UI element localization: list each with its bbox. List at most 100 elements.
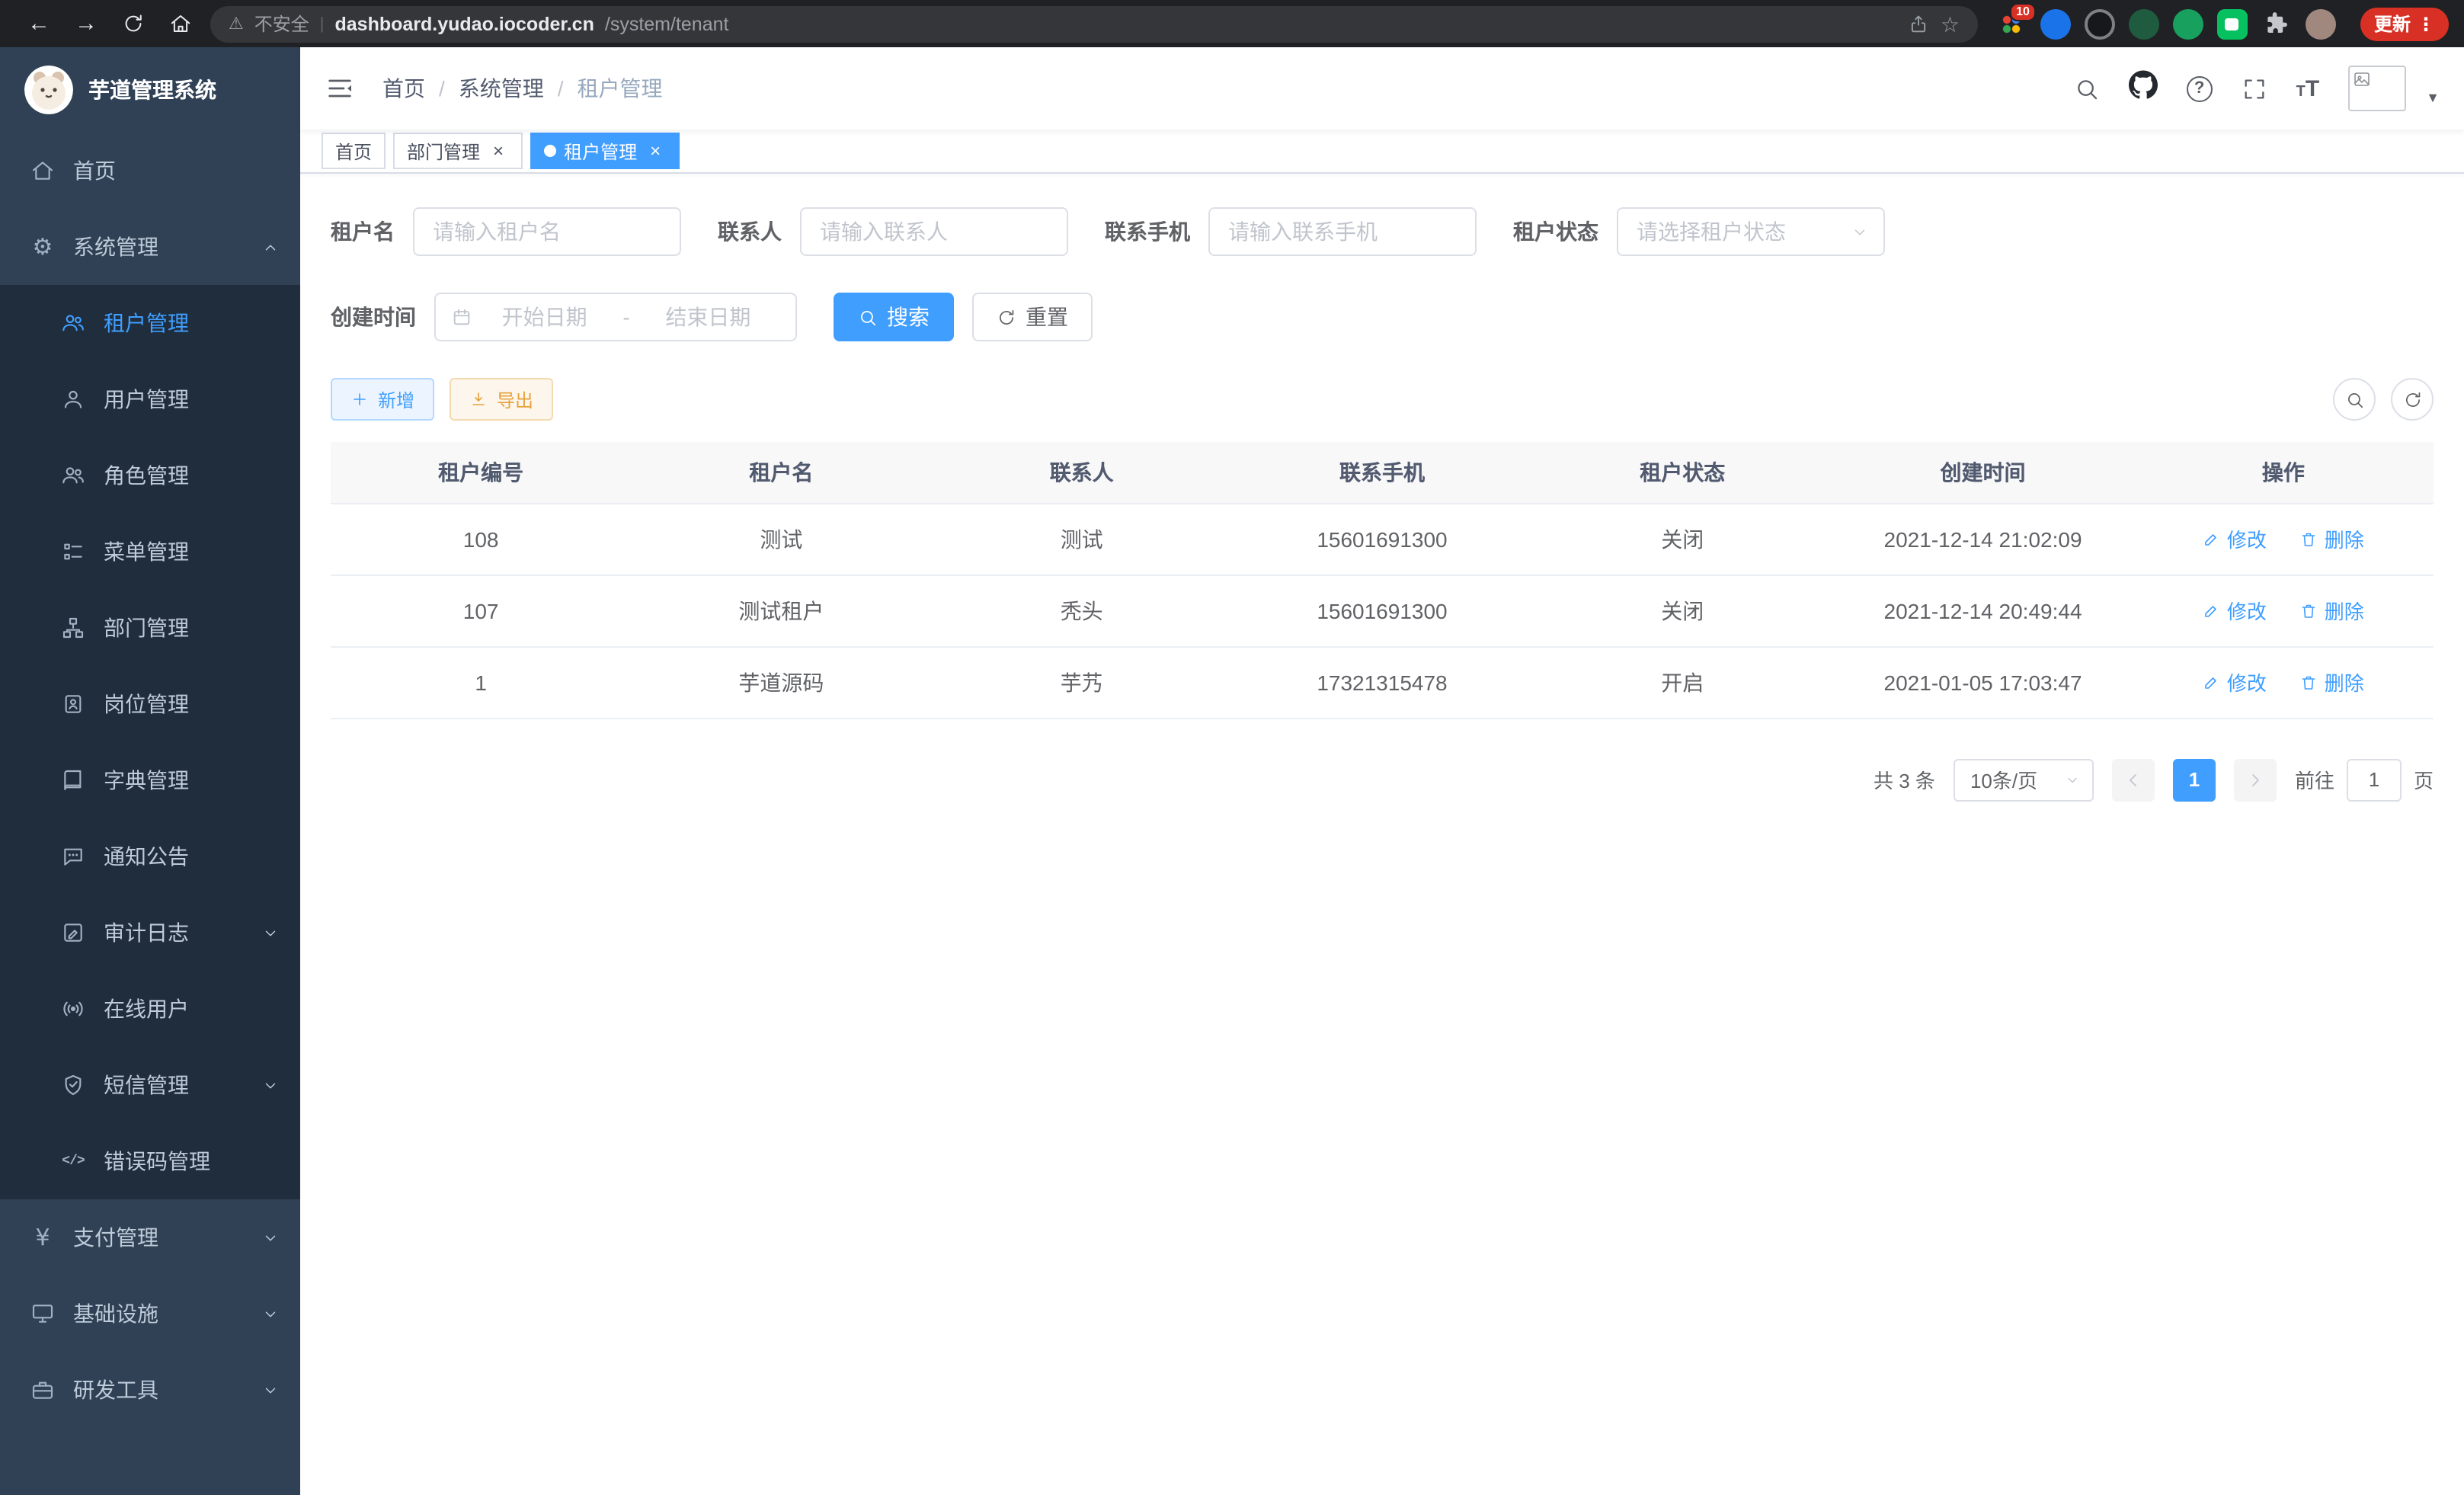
extension-icon-dark-ring[interactable] — [2085, 8, 2115, 39]
sidebar-toggle-icon[interactable] — [325, 73, 355, 104]
sidebar-item-dept[interactable]: 部门管理 — [0, 590, 300, 666]
goto-page: 前往 页 — [2295, 758, 2434, 801]
home-icon[interactable] — [169, 12, 192, 35]
sidebar-item-role[interactable]: 角色管理 — [0, 437, 300, 514]
cell-tenant-name: 芋道源码 — [631, 646, 931, 718]
date-range-picker[interactable]: 开始日期 - 结束日期 — [434, 293, 797, 341]
delete-link[interactable]: 删除 — [2300, 667, 2364, 696]
share-icon[interactable] — [1909, 13, 1930, 34]
current-page-button[interactable]: 1 — [2173, 758, 2216, 801]
sidebar-item-post[interactable]: 岗位管理 — [0, 666, 300, 742]
tab-tenant[interactable]: 租户管理 × — [530, 133, 680, 169]
browser-update-button[interactable]: 更新 ⋮ — [2360, 7, 2449, 40]
forward-icon[interactable]: → — [75, 12, 98, 35]
refresh-table-button[interactable] — [2391, 378, 2434, 421]
search-icon[interactable] — [2074, 75, 2100, 101]
close-icon[interactable]: × — [488, 140, 509, 162]
tenant-name-input[interactable] — [413, 207, 681, 256]
extension-icon-green[interactable] — [2173, 8, 2203, 39]
trash-icon — [2300, 673, 2318, 691]
avatar[interactable] — [2348, 66, 2406, 111]
cell-phone: 15601691300 — [1232, 503, 1532, 575]
app-logo-area[interactable]: 芋道管理系统 — [0, 47, 300, 133]
update-label: 更新 — [2374, 11, 2411, 37]
extension-icon-chat[interactable] — [2217, 8, 2248, 39]
phone-input[interactable] — [1208, 207, 1477, 256]
browser-extensions: 10 — [1990, 8, 2342, 39]
date-separator: - — [616, 305, 635, 329]
sidebar-item-audit-log[interactable]: 审计日志 — [0, 895, 300, 971]
close-icon[interactable]: × — [645, 140, 666, 162]
breadcrumb-item-home[interactable]: 首页 — [382, 73, 425, 104]
security-label[interactable]: 不安全 — [254, 11, 309, 37]
github-icon[interactable] — [2129, 70, 2158, 107]
trash-icon — [2300, 601, 2318, 619]
cell-tenant-name: 测试租户 — [631, 575, 931, 646]
pencil-icon — [2203, 601, 2221, 619]
chevron-down-icon — [262, 924, 279, 941]
next-page-button[interactable] — [2234, 758, 2277, 801]
sidebar-item-dev-tools[interactable]: 研发工具 — [0, 1352, 300, 1428]
filter-row-2: 创建时间 开始日期 - 结束日期 搜索 重置 — [331, 293, 2434, 341]
sidebar-item-dict[interactable]: 字典管理 — [0, 742, 300, 818]
delete-link[interactable]: 删除 — [2300, 524, 2364, 553]
sidebar-item-payment[interactable]: ¥ 支付管理 — [0, 1199, 300, 1276]
chevron-right-icon — [2246, 770, 2264, 789]
page-content: 租户名 联系人 联系手机 租户状态 请选择租户状态 — [300, 174, 2464, 1495]
edit-link[interactable]: 修改 — [2203, 667, 2267, 696]
trash-icon — [2300, 530, 2318, 548]
pagination: 共 3 条 10条/页 1 前往 页 — [331, 758, 2434, 801]
browser-profile-avatar[interactable] — [2306, 8, 2336, 39]
export-button[interactable]: 导出 — [450, 378, 553, 421]
start-date-placeholder[interactable]: 开始日期 — [472, 302, 616, 332]
sidebar-item-error-code[interactable]: </> 错误码管理 — [0, 1123, 300, 1199]
search-button[interactable]: 搜索 — [834, 293, 954, 341]
sidebar-item-tenant[interactable]: 租户管理 — [0, 285, 300, 361]
extensions-puzzle-icon[interactable] — [2261, 8, 2292, 39]
prev-page-button[interactable] — [2112, 758, 2155, 801]
add-button[interactable]: 新增 — [331, 378, 434, 421]
plus-icon — [350, 390, 369, 408]
edit-link[interactable]: 修改 — [2203, 596, 2267, 625]
cell-actions: 修改 删除 — [2133, 646, 2434, 718]
goto-page-input[interactable] — [2347, 758, 2402, 801]
comment-icon — [61, 844, 85, 869]
caret-down-icon[interactable]: ▼ — [2426, 91, 2440, 111]
cell-status: 关闭 — [1532, 575, 1832, 646]
reset-button[interactable]: 重置 — [972, 293, 1093, 341]
sidebar-item-sms[interactable]: 短信管理 — [0, 1047, 300, 1123]
sidebar-item-menu[interactable]: 菜单管理 — [0, 514, 300, 590]
extension-badge: 10 — [2010, 2, 2036, 21]
edit-link[interactable]: 修改 — [2203, 524, 2267, 553]
fullscreen-icon[interactable] — [2242, 75, 2267, 101]
page-unit-label: 页 — [2414, 765, 2434, 794]
sidebar-item-user[interactable]: 用户管理 — [0, 361, 300, 437]
extension-icon-dots[interactable]: 10 — [1996, 8, 2027, 39]
contact-input[interactable] — [800, 207, 1068, 256]
browser-chrome: ← → ⚠ 不安全 | dashboard.yudao.iocoder.cn /… — [0, 0, 2464, 47]
end-date-placeholder[interactable]: 结束日期 — [636, 302, 780, 332]
back-icon[interactable]: ← — [27, 12, 50, 35]
address-bar[interactable]: ⚠ 不安全 | dashboard.yudao.iocoder.cn /syst… — [210, 5, 1978, 42]
help-icon[interactable]: ? — [2187, 75, 2213, 101]
extension-icon-dark-green[interactable] — [2129, 8, 2159, 39]
breadcrumb-item-system[interactable]: 系统管理 — [459, 73, 544, 104]
font-size-icon[interactable]: TT — [2296, 77, 2320, 100]
status-select[interactable]: 请选择租户状态 — [1617, 207, 1885, 256]
show-search-button[interactable] — [2333, 378, 2376, 421]
sidebar-item-home[interactable]: 首页 — [0, 133, 300, 209]
tab-dept[interactable]: 部门管理 × — [393, 133, 523, 169]
reload-icon[interactable] — [122, 12, 145, 35]
tab-home[interactable]: 首页 — [322, 133, 386, 169]
extension-icon-blue[interactable] — [2040, 8, 2071, 39]
col-actions: 操作 — [2133, 442, 2434, 503]
sidebar-menu: 首页 ⚙ 系统管理 租户管理 用户管理 — [0, 133, 300, 1495]
bookmark-star-icon[interactable]: ☆ — [1941, 13, 1960, 34]
delete-link[interactable]: 删除 — [2300, 596, 2364, 625]
sidebar-item-online-users[interactable]: 在线用户 — [0, 971, 300, 1047]
sidebar-item-notice[interactable]: 通知公告 — [0, 818, 300, 895]
refresh-icon — [2402, 389, 2422, 409]
page-size-select[interactable]: 10条/页 — [1954, 758, 2094, 801]
sidebar-item-infrastructure[interactable]: 基础设施 — [0, 1276, 300, 1352]
sidebar-item-system[interactable]: ⚙ 系统管理 — [0, 209, 300, 285]
